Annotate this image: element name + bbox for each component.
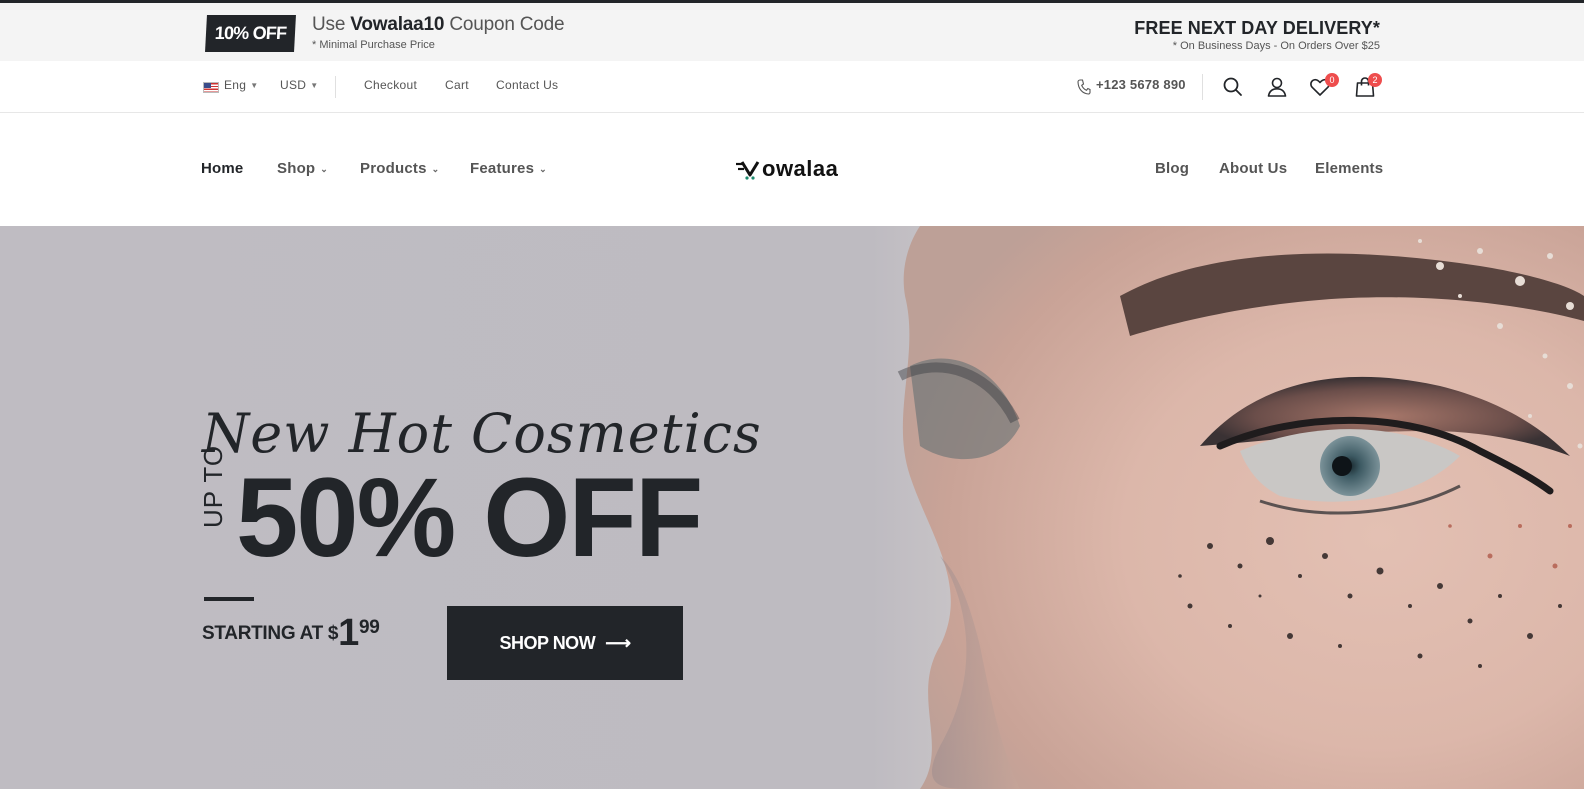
site-logo[interactable]: owalaa	[736, 154, 838, 184]
coupon-text: Use Vowalaa10 Coupon Code	[312, 14, 565, 36]
chevron-down-icon: ⌄	[539, 164, 547, 174]
discount-badge: 10% OFF	[205, 15, 296, 52]
nav-features[interactable]: Features ⌄	[470, 160, 547, 177]
nav-products-label: Products	[360, 160, 427, 177]
cart-link[interactable]: Cart	[445, 78, 469, 92]
nav-shop[interactable]: Shop ⌄	[277, 160, 328, 177]
contact-us-link[interactable]: Contact Us	[496, 78, 558, 92]
nav-about-us[interactable]: About Us	[1219, 160, 1287, 177]
logo-text: owalaa	[762, 156, 839, 181]
divider	[1202, 74, 1203, 100]
cart-logo-icon	[736, 161, 760, 180]
phone-icon	[1077, 79, 1091, 95]
nav-features-label: Features	[470, 160, 535, 177]
main-navigation: Home Shop ⌄ Products ⌄ Features ⌄ owalaa Bl…	[0, 113, 1584, 226]
delivery-note: * On Business Days - On Orders Over $25	[1172, 40, 1380, 52]
delivery-info: FREE NEXT DAY DELIVERY* * On Business Da…	[1134, 18, 1380, 52]
search-icon[interactable]	[1221, 75, 1245, 99]
coupon-code: Vowalaa10	[350, 14, 445, 35]
currency-label: USD	[280, 78, 307, 92]
nav-home[interactable]: Home	[201, 160, 243, 177]
model-face-image	[897, 226, 1584, 789]
nav-shop-label: Shop	[277, 160, 316, 177]
price-int: 1	[338, 612, 359, 654]
language-selector[interactable]: Eng ▼	[224, 78, 258, 92]
cart-count-badge: 2	[1368, 73, 1382, 87]
price-prefix: STARTING AT $	[202, 623, 339, 644]
language-label: Eng	[224, 78, 247, 92]
coupon-suffix: Coupon Code	[444, 14, 565, 35]
nav-blog[interactable]: Blog	[1155, 160, 1189, 177]
currency-selector[interactable]: USD ▼	[280, 78, 318, 92]
chevron-down-icon: ⌄	[431, 164, 440, 174]
shop-now-button[interactable]: SHOP NOW ⟶	[447, 606, 683, 680]
shop-now-label: SHOP NOW	[499, 632, 596, 653]
hero-starting-price: STARTING AT $199	[202, 614, 380, 652]
nav-products[interactable]: Products ⌄	[360, 160, 439, 177]
coupon-use: Use	[312, 14, 351, 35]
us-flag-icon	[203, 82, 219, 93]
promo-bar: 10% OFF Use Vowalaa10 Coupon Code * Mini…	[0, 0, 1584, 61]
hero-up-to: UP TO	[198, 444, 228, 528]
hero-banner: New Hot Cosmetics UP TO 50% OFF STARTING…	[0, 226, 1584, 789]
chevron-down-icon: ⌄	[320, 164, 329, 174]
top-bar: Eng ▼ USD ▼ Checkout Cart Contact Us +123 …	[0, 61, 1584, 113]
price-cents: 99	[358, 617, 380, 638]
checkout-link[interactable]: Checkout	[364, 78, 417, 92]
coupon-note: * Minimal Purchase Price	[312, 39, 435, 51]
chevron-down-icon: ▼	[250, 81, 259, 90]
nav-elements[interactable]: Elements	[1315, 160, 1383, 177]
phone-number[interactable]: +123 5678 890	[1096, 77, 1186, 92]
arrow-right-icon: ⟶	[605, 632, 631, 653]
wishlist-count-badge: 0	[1325, 73, 1339, 87]
user-icon[interactable]	[1265, 75, 1289, 99]
hero-discount: 50% OFF	[236, 455, 703, 580]
hero-divider	[204, 597, 254, 601]
chevron-down-icon: ▼	[310, 81, 319, 90]
delivery-title: FREE NEXT DAY DELIVERY*	[1134, 18, 1380, 38]
divider	[335, 76, 336, 98]
